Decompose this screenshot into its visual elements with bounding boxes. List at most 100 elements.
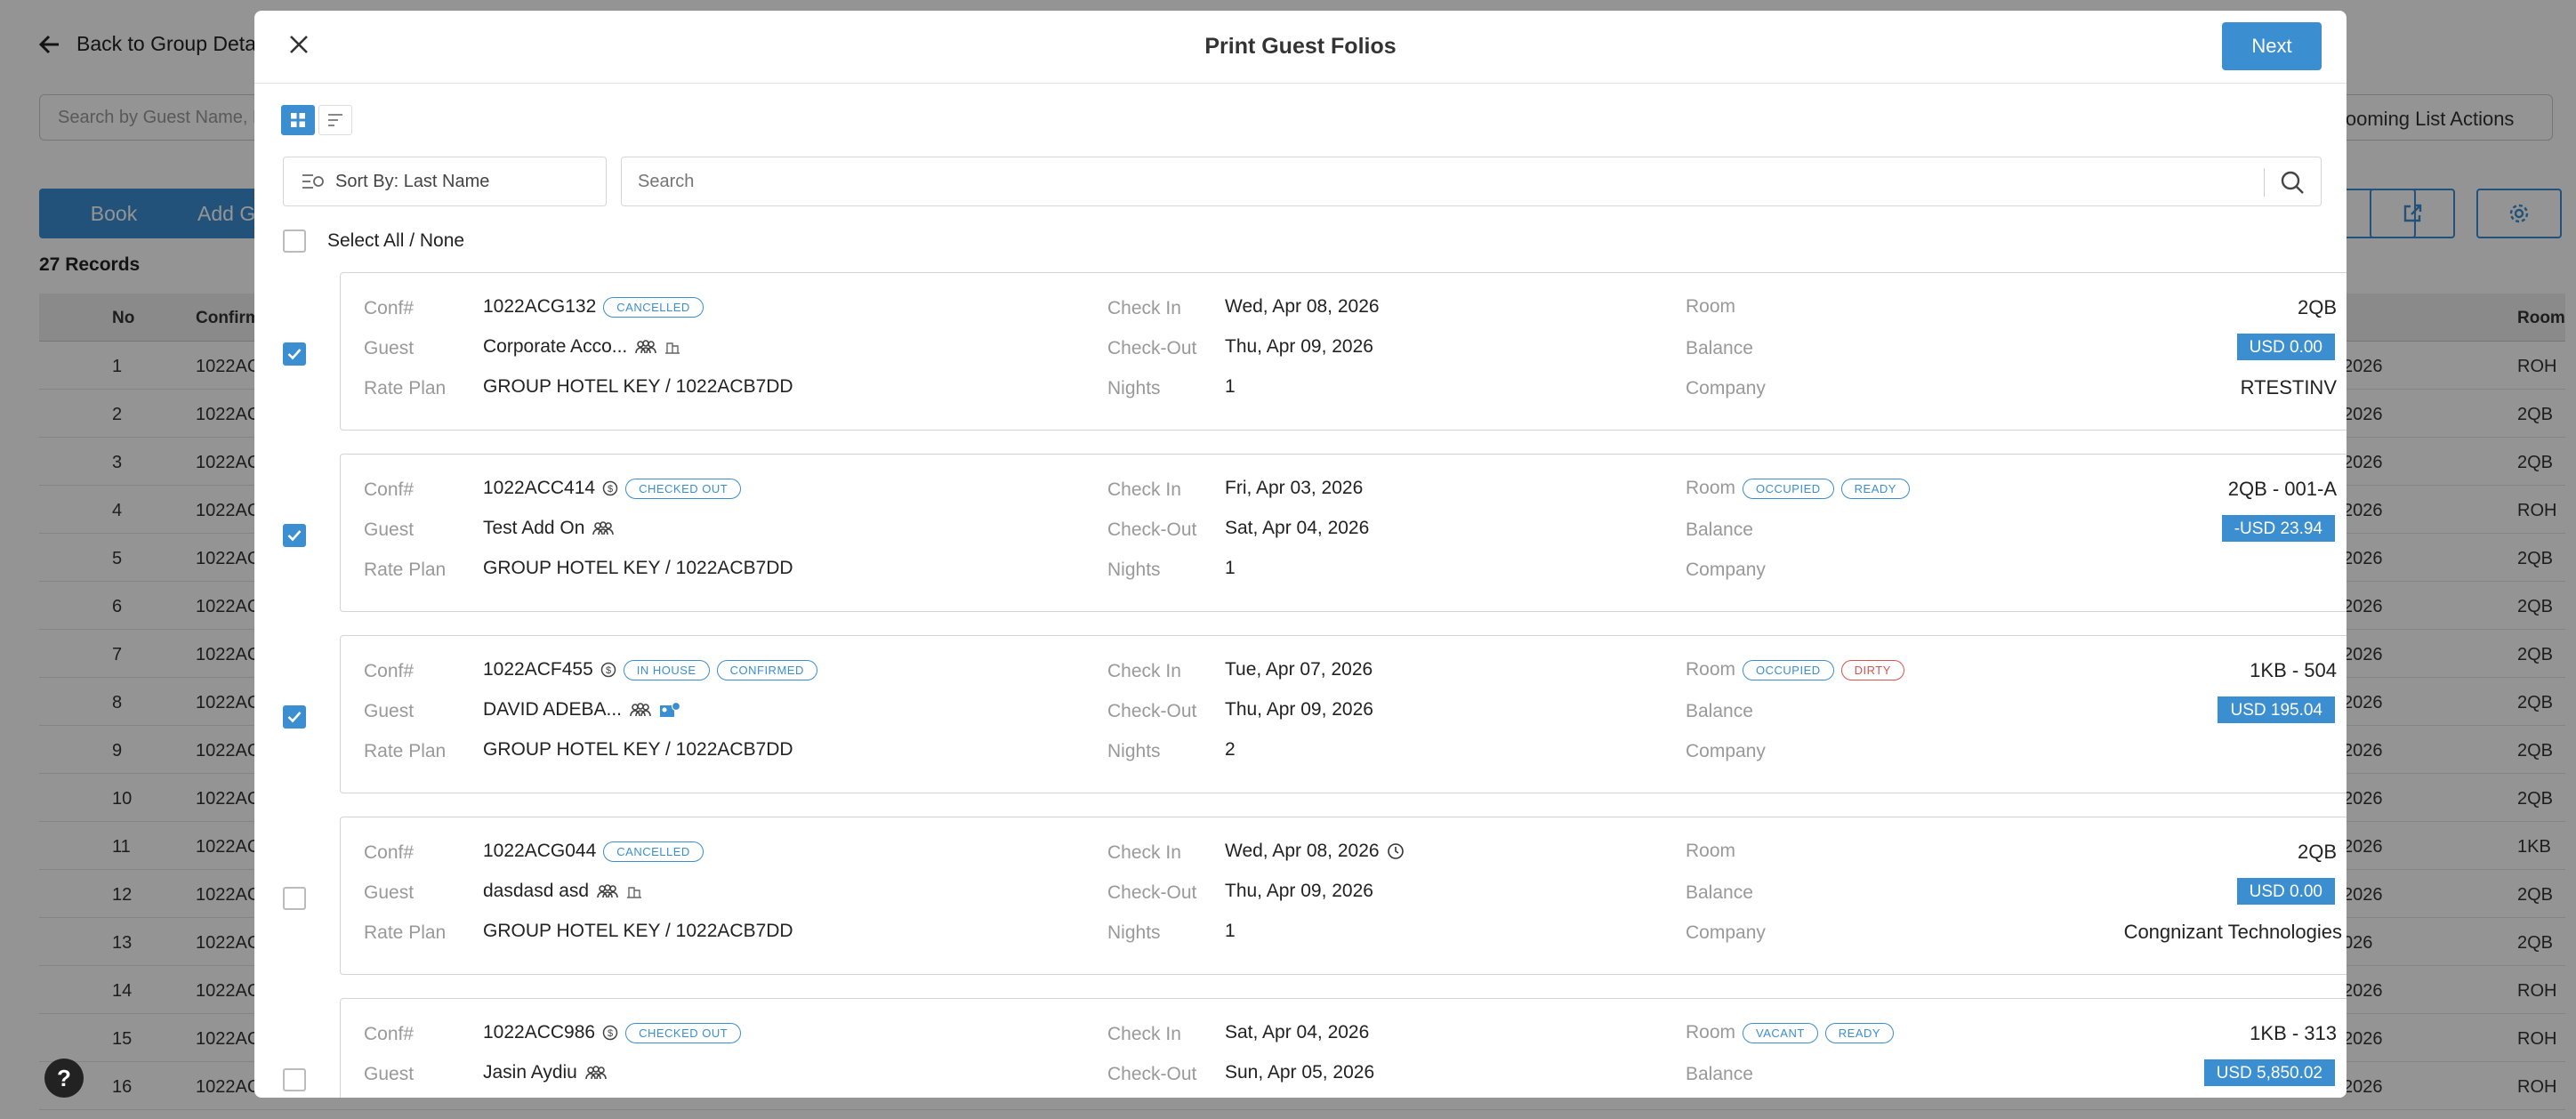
folio-checkbox[interactable] — [283, 705, 306, 729]
select-all-label: Select All / None — [327, 230, 465, 251]
modal-header: Print Guest Folios Next — [254, 11, 2347, 84]
profile-icon — [660, 702, 680, 717]
folio-checkbox[interactable] — [283, 342, 306, 366]
room-label: Room — [1686, 478, 1736, 498]
confirmation-number: 1022ACG132 CANCELLED — [483, 296, 704, 318]
room-label: Room — [1686, 659, 1736, 680]
folio-checkbox[interactable] — [283, 887, 306, 910]
check-in-label: Check In — [1107, 479, 1181, 500]
payment-icon: $ — [602, 480, 618, 496]
search-icon — [2281, 171, 2304, 194]
search-divider — [2264, 168, 2265, 197]
folio-search — [621, 157, 2322, 206]
sort-dropdown[interactable]: Sort By: Last Name — [283, 157, 607, 206]
balance-label: Balance — [1686, 701, 1753, 721]
check-out-value: Thu, Apr 09, 2026 — [1225, 336, 1373, 357]
check-out-value: Sun, Apr 05, 2026 — [1225, 1062, 1375, 1083]
company-value: Congnizant Technologies — [2123, 921, 2342, 943]
check-in-label: Check In — [1107, 1024, 1181, 1044]
room-label-group: Room VACANT READY — [1686, 1022, 1895, 1043]
select-all-row: Select All / None — [283, 229, 464, 253]
rate-plan-value: GROUP HOTEL KEY / 1022ACB7DD — [483, 921, 793, 941]
reservation-status-badge: CHECKED OUT — [625, 478, 742, 499]
company-label: Company — [1686, 378, 1766, 398]
next-button[interactable]: Next — [2222, 22, 2322, 70]
view-toggle — [281, 105, 352, 135]
balance-label: Balance — [1686, 882, 1753, 903]
balance-value[interactable]: USD 0.00 — [2236, 334, 2335, 360]
confirmation-text: 1022ACG132 — [483, 296, 597, 317]
check-in-date: Fri, Apr 03, 2026 — [1225, 478, 1364, 498]
group-icon — [635, 340, 657, 354]
grid-view-button[interactable] — [281, 105, 315, 135]
room-label: Room — [1686, 296, 1736, 317]
guest-name-text: dasdasd asd — [483, 881, 590, 901]
list-icon — [328, 114, 342, 126]
guest-label: Guest — [364, 1064, 415, 1084]
guest-label: Guest — [364, 882, 415, 903]
folio-checkbox[interactable] — [283, 524, 306, 547]
room-status-badge: READY — [1824, 1022, 1895, 1043]
company-value: RTESTINV — [2240, 376, 2337, 398]
reservation-status-badge: CANCELLED — [603, 841, 704, 862]
help-button[interactable]: ? — [44, 1059, 84, 1098]
guest-name: Test Add On — [483, 518, 615, 539]
reservation-status-badge: CHECKED OUT — [625, 1022, 742, 1043]
svg-text:$: $ — [608, 484, 613, 495]
room-status-badge: OCCUPIED — [1743, 659, 1834, 680]
nights-label: Nights — [1107, 378, 1161, 398]
room-status-badge: DIRTY — [1840, 659, 1904, 680]
room-value: 2QB — [2297, 296, 2337, 318]
list-view-button[interactable] — [318, 105, 352, 135]
company-label: Company — [1686, 922, 1766, 943]
rate-plan-label: Rate Plan — [364, 560, 447, 580]
folio-card[interactable]: Conf# Guest Rate Plan 1022ACG132 CANCELLED Co… — [340, 272, 2347, 431]
guest-name: Jasin Aydiu — [483, 1062, 608, 1083]
guest-name: Corporate Acco... — [483, 336, 680, 358]
balance-value[interactable]: USD 0.00 — [2236, 878, 2335, 905]
payment-icon: $ — [600, 662, 616, 678]
conf-label: Conf# — [364, 842, 415, 863]
room-status-badge: OCCUPIED — [1743, 478, 1834, 499]
nights-value: 1 — [1225, 376, 1236, 397]
conf-label: Conf# — [364, 661, 415, 681]
room-value: 1KB - 313 — [2250, 1022, 2337, 1044]
check-in-value: Wed, Apr 08, 2026 — [1225, 841, 1405, 862]
folio-card[interactable]: Conf# Guest Rate Plan 1022ACF455 $ IN HOUSE CO… — [340, 635, 2347, 793]
reservation-status-badge: IN HOUSE — [623, 659, 710, 680]
conf-label: Conf# — [364, 479, 415, 500]
group-icon — [592, 521, 615, 535]
guest-label: Guest — [364, 701, 415, 721]
confirmation-text: 1022ACC414 — [483, 478, 596, 498]
sort-icon — [302, 174, 324, 189]
conf-label: Conf# — [364, 298, 415, 318]
room-value: 2QB - 001-A — [2227, 478, 2337, 500]
nights-label: Nights — [1107, 922, 1161, 943]
folio-card[interactable]: Conf# Guest Rate Plan 1022ACC414 $ CHECKED OU… — [340, 454, 2347, 612]
guest-name-text: Corporate Acco... — [483, 336, 628, 357]
group-icon — [585, 1066, 607, 1080]
confirmation-number: 1022ACC414 $ CHECKED OUT — [483, 478, 742, 499]
balance-value[interactable]: USD 5,850.02 — [2203, 1059, 2335, 1086]
balance-value[interactable]: USD 195.04 — [2218, 696, 2335, 723]
confirmation-number: 1022ACF455 $ IN HOUSE CONFIRMED — [483, 659, 817, 680]
select-all-checkbox[interactable] — [283, 229, 306, 253]
guest-label: Guest — [364, 519, 415, 540]
check-out-value: Thu, Apr 09, 2026 — [1225, 699, 1373, 720]
rate-plan-label: Rate Plan — [364, 378, 447, 398]
folio-card[interactable]: Conf#GuestRate Plan1022ACC986$CHECKED OU… — [340, 998, 2347, 1098]
grid-icon — [291, 113, 305, 127]
folio-card[interactable]: Conf# Guest Rate Plan 1022ACG044 CANCELLED da… — [340, 817, 2347, 975]
search-button[interactable] — [2278, 168, 2306, 197]
company-icon — [665, 342, 680, 354]
company-label: Company — [1686, 741, 1766, 761]
check-in-date: Wed, Apr 08, 2026 — [1225, 841, 1380, 861]
balance-value[interactable]: -USD 23.94 — [2221, 515, 2335, 542]
payment-icon: $ — [602, 1025, 618, 1041]
check-in-value: Sat, Apr 04, 2026 — [1225, 1022, 1369, 1043]
sort-label: Sort By: Last Name — [335, 171, 490, 191]
folio-search-input[interactable] — [622, 157, 2266, 205]
folio-checkbox[interactable] — [283, 1068, 306, 1091]
reservation-status-badge: CANCELLED — [603, 296, 704, 318]
rate-plan-value: GROUP HOTEL KEY / 1022ACB7DD — [483, 739, 793, 760]
